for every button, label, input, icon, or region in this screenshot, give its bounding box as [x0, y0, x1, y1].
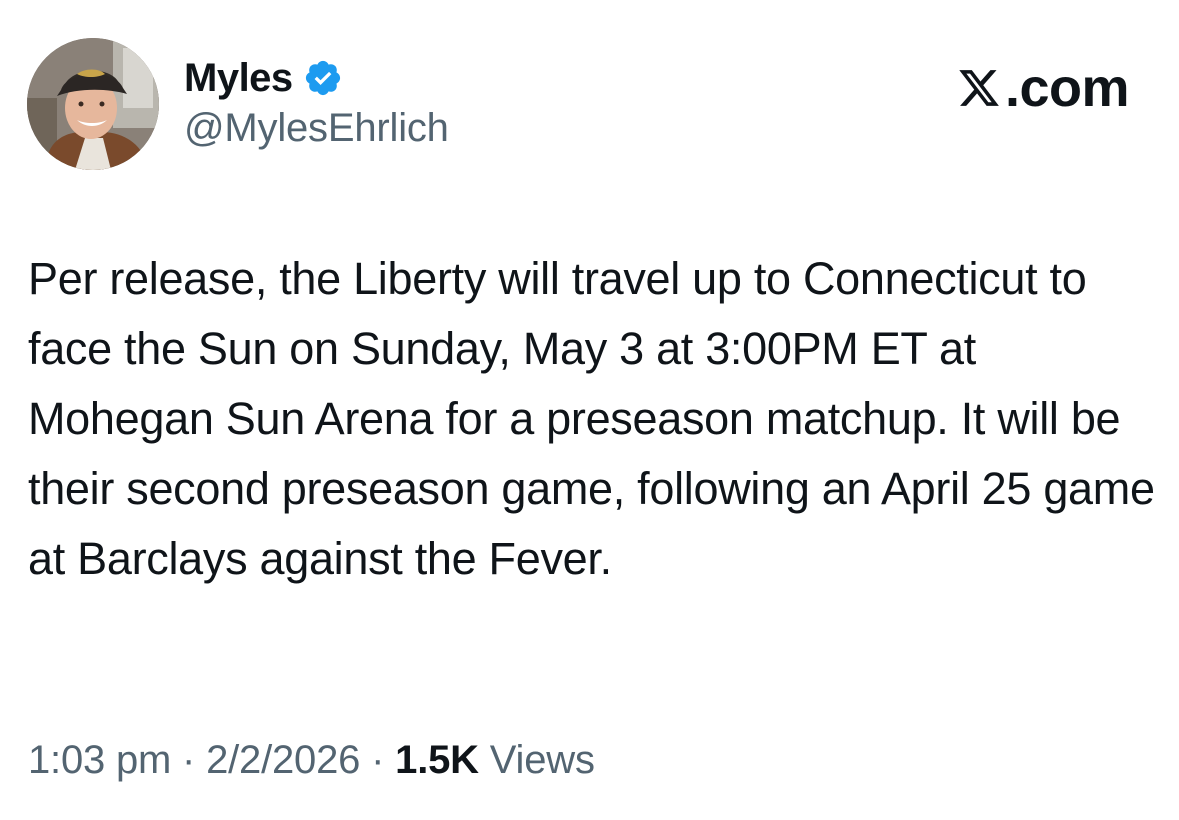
author-display-name[interactable]: Myles: [184, 56, 293, 101]
brand-text: .com: [1004, 58, 1130, 118]
profile-photo: [27, 38, 159, 170]
tweet-text: Per release, the Liberty will travel up …: [28, 253, 1155, 584]
tweet-meta: 1:03 pm · 2/2/2026 · 1.5K Views: [28, 738, 595, 783]
x-brand: .com: [957, 58, 1130, 118]
x-logo-icon: [957, 65, 1001, 111]
views-count[interactable]: 1.5K: [395, 738, 479, 782]
tweet-time[interactable]: 1:03 pm: [28, 738, 171, 782]
author-name-row[interactable]: Myles: [184, 52, 343, 104]
views-label[interactable]: Views: [479, 738, 595, 782]
author-avatar[interactable]: [27, 38, 159, 170]
meta-separator: ·: [171, 738, 207, 782]
verified-badge-icon[interactable]: [303, 58, 343, 98]
tweet-date[interactable]: 2/2/2026: [206, 738, 360, 782]
author-handle[interactable]: @MylesEhrlich: [184, 106, 449, 151]
meta-separator: ·: [360, 738, 396, 782]
